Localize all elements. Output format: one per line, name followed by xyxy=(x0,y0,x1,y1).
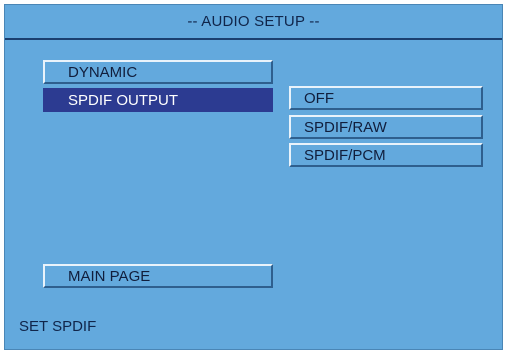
title-divider xyxy=(5,38,502,40)
menu-item-dynamic[interactable]: DYNAMIC xyxy=(43,60,273,84)
page-title: -- AUDIO SETUP -- xyxy=(187,13,320,30)
option-spdif-pcm[interactable]: SPDIF/PCM xyxy=(289,143,483,167)
osd-screen: -- AUDIO SETUP -- DYNAMIC SPDIF OUTPUT O… xyxy=(4,4,503,350)
option-off[interactable]: OFF xyxy=(289,86,483,110)
option-spdif-raw[interactable]: SPDIF/RAW xyxy=(289,115,483,139)
main-page-button[interactable]: MAIN PAGE xyxy=(43,264,273,288)
menu-item-spdif-output[interactable]: SPDIF OUTPUT xyxy=(43,88,273,112)
status-text: SET SPDIF xyxy=(19,318,97,335)
